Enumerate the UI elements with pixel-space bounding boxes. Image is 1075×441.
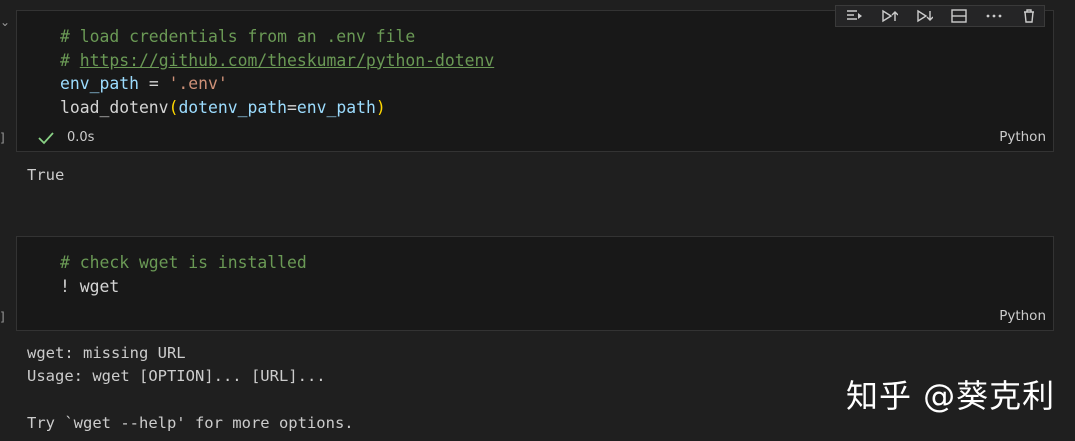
cell-output: wget: missing URL Usage: wget [OPTION]..… — [27, 344, 354, 432]
code-token-plain: = — [138, 74, 169, 93]
code-token-comment: # — [60, 50, 80, 70]
execution-time: 0.0s — [67, 130, 95, 145]
code-line: # check wget is installed — [60, 251, 307, 275]
cell-toolbar — [835, 5, 1045, 27]
code-line: env_path = '.env' — [60, 72, 494, 96]
code-token-var: dotenv_path — [178, 97, 287, 117]
code-token-plain: load_dotenv — [60, 97, 169, 117]
split-cell-icon[interactable] — [949, 6, 969, 26]
execution-bracket-icon: ] — [0, 131, 5, 145]
code-token-plain: ! wget — [60, 276, 120, 296]
execute-above-icon[interactable] — [879, 6, 899, 26]
execute-below-icon[interactable] — [914, 6, 934, 26]
code-token-link[interactable]: https://github.com/theskumar/python-dote… — [80, 51, 494, 70]
code-token-comment: # load credentials from an .env file — [60, 27, 416, 46]
code-line: ! wget — [60, 275, 307, 299]
check-icon — [37, 131, 55, 145]
execution-status: 0.0s — [37, 130, 94, 145]
watermark-text: 知乎 @葵克利 — [846, 377, 1056, 415]
delete-icon[interactable] — [1019, 6, 1039, 26]
code-editor[interactable]: # load credentials from an .env file # ht… — [60, 25, 494, 119]
run-by-line-icon[interactable] — [844, 6, 864, 26]
code-line: # https://github.com/theskumar/python-do… — [60, 49, 494, 73]
code-token-paren: ) — [375, 97, 386, 117]
code-token-paren: ( — [168, 97, 179, 117]
code-line: load_dotenv(dotenv_path=env_path) — [60, 96, 494, 120]
code-token-var: env_path — [296, 97, 376, 117]
code-line: # load credentials from an .env file — [60, 25, 494, 49]
cell-language[interactable]: Python — [999, 129, 1046, 145]
code-editor[interactable]: # check wget is installed ! wget — [60, 251, 307, 298]
code-token-string: '.env' — [168, 74, 228, 93]
collapse-chevron-icon[interactable]: ⌄ — [0, 16, 10, 28]
execution-bracket-icon: ] — [0, 310, 5, 324]
cell-output: True — [27, 166, 65, 184]
code-cell[interactable]: # load credentials from an .env file # ht… — [16, 5, 1054, 152]
code-token-plain: = — [287, 97, 297, 117]
code-token-var: env_path — [60, 74, 139, 93]
cell-language[interactable]: Python — [999, 308, 1046, 324]
more-actions-icon[interactable] — [984, 6, 1004, 26]
code-token-comment: # check wget is installed — [60, 253, 307, 272]
code-cell[interactable]: # check wget is installed ! wget Python — [16, 236, 1054, 331]
